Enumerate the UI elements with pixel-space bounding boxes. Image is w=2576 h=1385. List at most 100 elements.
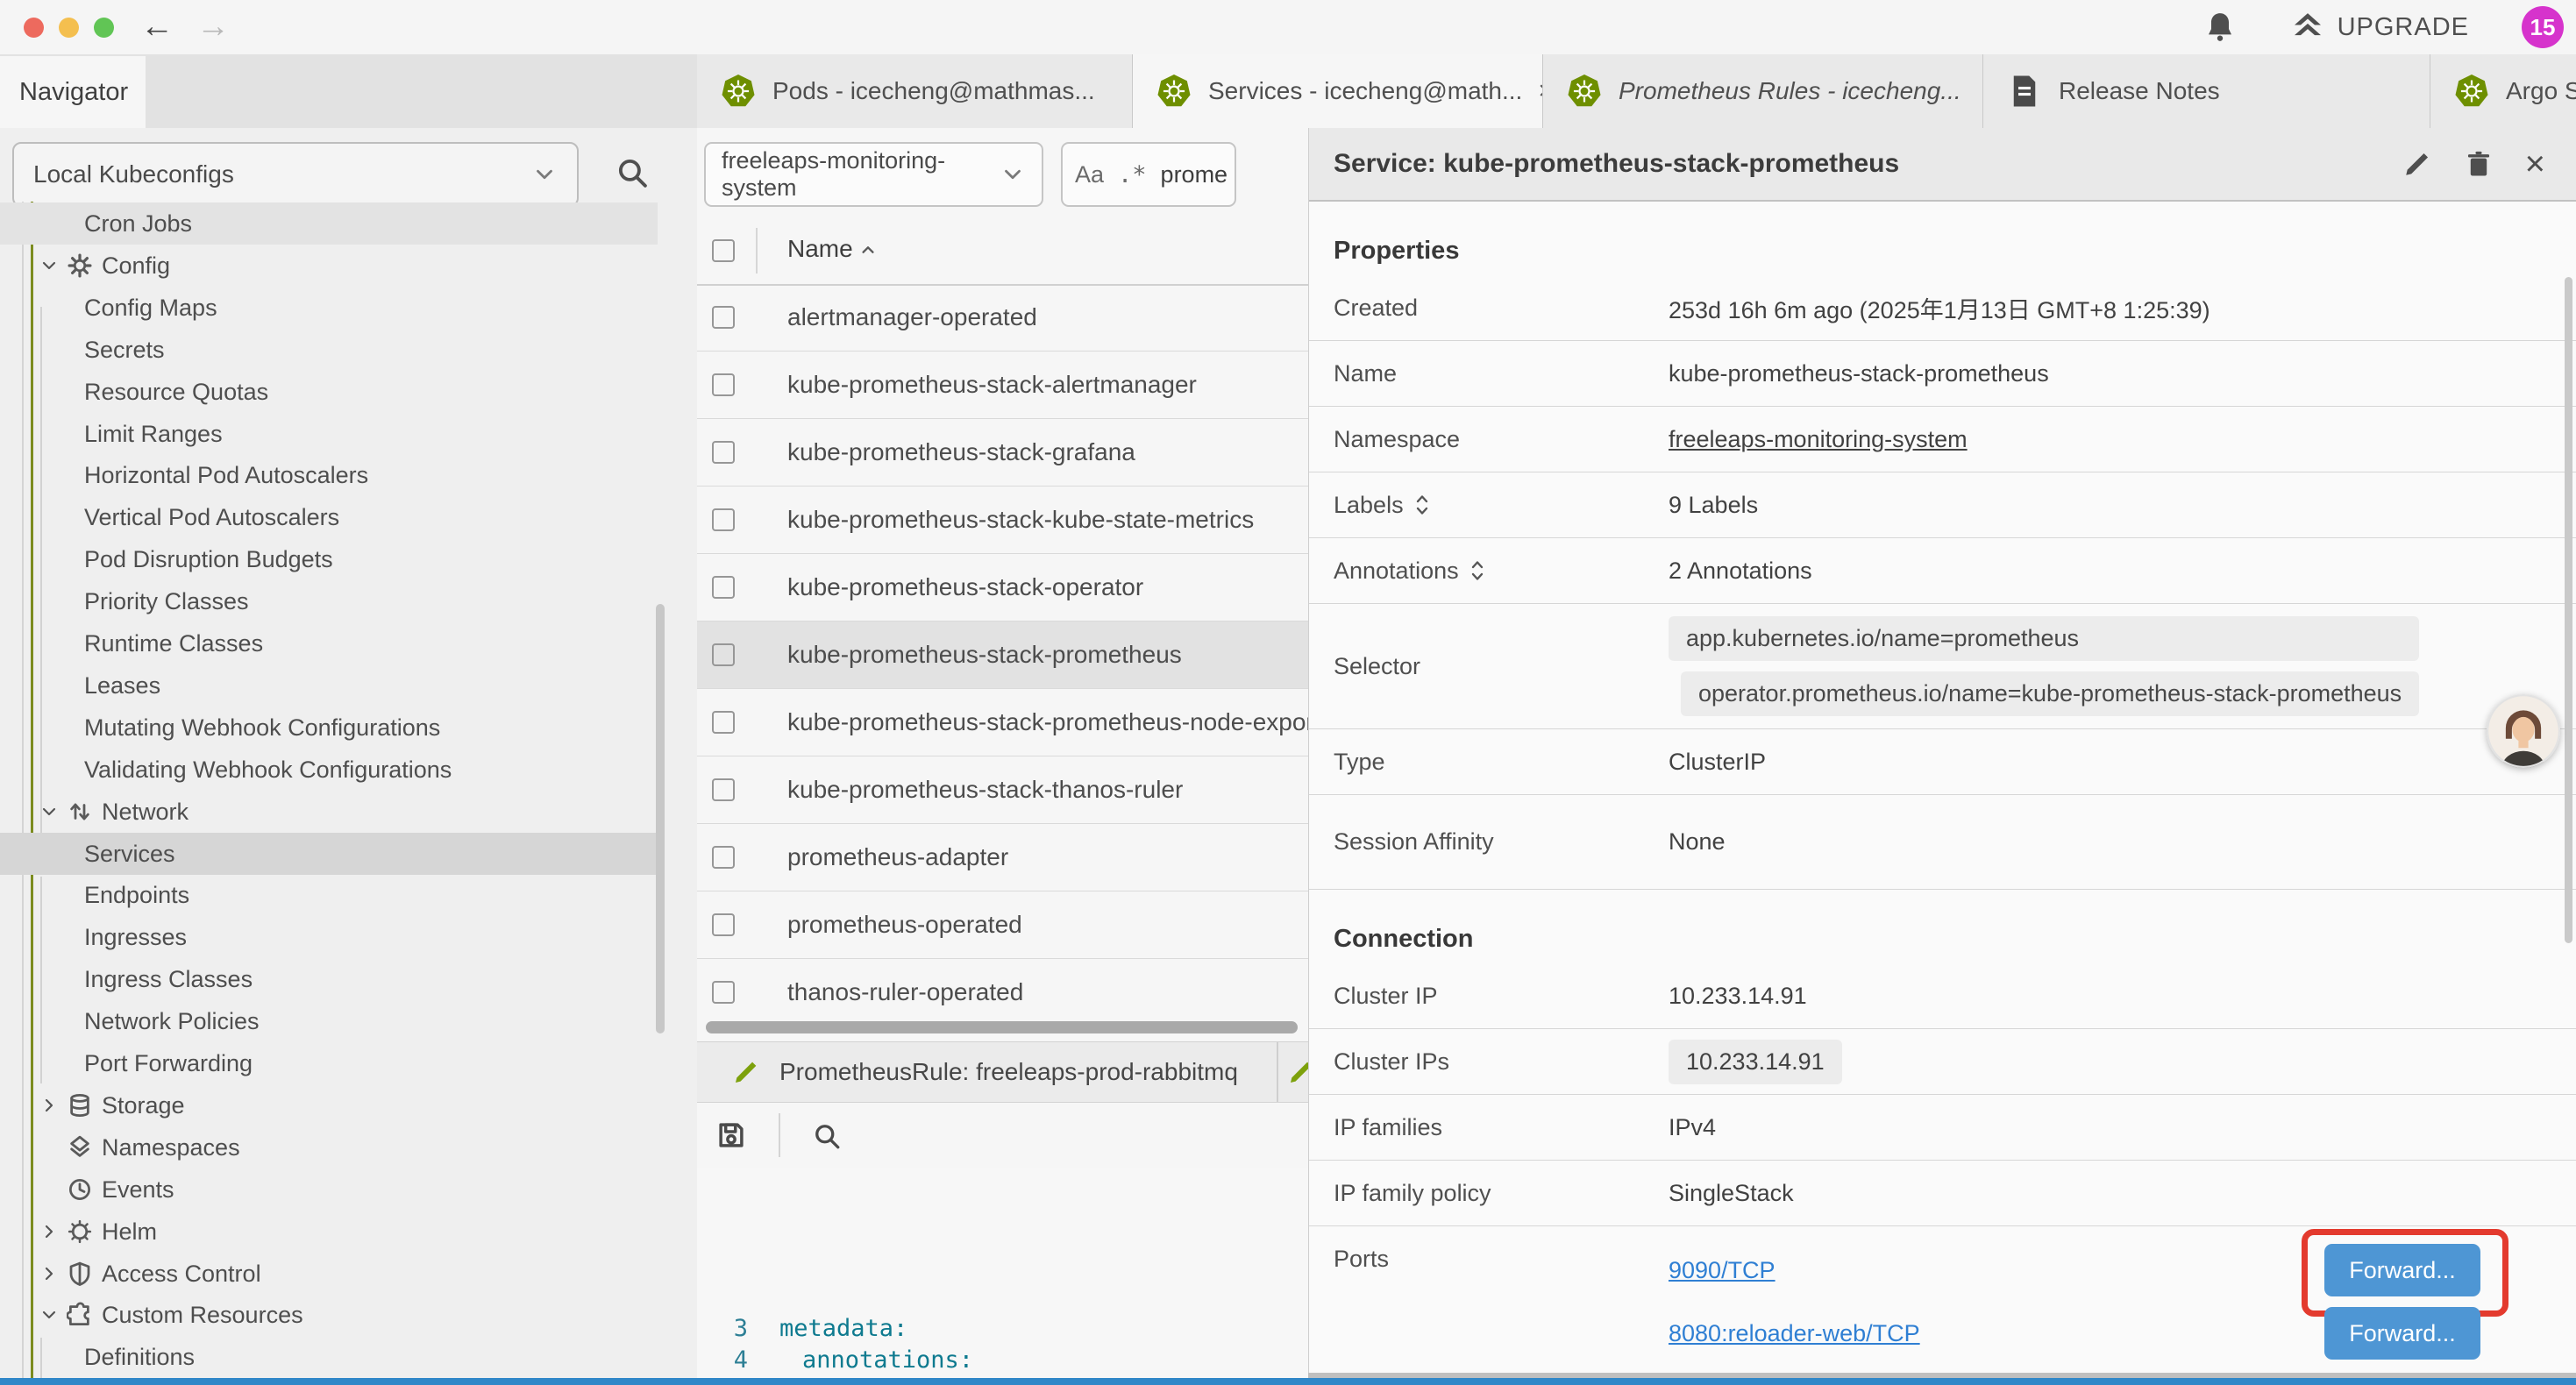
row-checkbox[interactable] xyxy=(712,508,735,531)
traffic-light-minimize[interactable] xyxy=(59,18,79,38)
sidebar-item-pod-disruption-budgets[interactable]: Pod Disruption Budgets xyxy=(0,538,658,580)
tab-release-notes[interactable]: Release Notes xyxy=(1983,54,2430,128)
sidebar-item-definitions[interactable]: Definitions xyxy=(0,1336,658,1378)
delete-trash-icon[interactable] xyxy=(2464,149,2494,179)
table-row[interactable]: kube-prometheus-stack-kube-state-metrics xyxy=(697,487,1308,554)
sidebar-item-network-policies[interactable]: Network Policies xyxy=(0,1000,658,1042)
tab-prometheus-rules-icecheng[interactable]: Prometheus Rules - icecheng... xyxy=(1543,54,1983,128)
sidebar-item-config[interactable]: Config xyxy=(0,245,658,287)
chevron-right-icon[interactable] xyxy=(39,1263,60,1284)
regex-toggle[interactable]: .* xyxy=(1118,161,1147,188)
table-row[interactable]: thanos-ruler-operated xyxy=(697,959,1308,1019)
namespace-link[interactable]: freeleaps-monitoring-system xyxy=(1669,426,1968,453)
sidebar-item-mutating-webhook-configurations[interactable]: Mutating Webhook Configurations xyxy=(0,707,658,749)
table-row[interactable]: kube-prometheus-stack-prometheus xyxy=(697,621,1308,689)
row-checkbox[interactable] xyxy=(712,778,735,801)
detail-label: IP family policy xyxy=(1334,1180,1491,1207)
sidebar-item-resource-quotas[interactable]: Resource Quotas xyxy=(0,371,658,413)
forward-arrow-icon[interactable]: → xyxy=(196,7,230,46)
sidebar-item-limit-ranges[interactable]: Limit Ranges xyxy=(0,413,658,455)
row-checkbox[interactable] xyxy=(712,711,735,734)
chevron-right-icon[interactable] xyxy=(39,1221,60,1242)
chevron-down-icon[interactable] xyxy=(39,1304,60,1325)
traffic-light-zoom[interactable] xyxy=(94,18,114,38)
sidebar-item-runtime-classes[interactable]: Runtime Classes xyxy=(0,622,658,664)
row-checkbox[interactable] xyxy=(712,981,735,1004)
table-row[interactable]: alertmanager-operated xyxy=(697,284,1308,352)
table-row[interactable]: prometheus-adapter xyxy=(697,824,1308,891)
traffic-light-close[interactable] xyxy=(24,18,44,38)
table-row[interactable]: prometheus-operated xyxy=(697,891,1308,959)
sidebar-item-helm[interactable]: Helm xyxy=(0,1211,658,1253)
tab-pods-icecheng-mathmas[interactable]: Pods - icecheng@mathmas... xyxy=(697,54,1133,128)
row-checkbox[interactable] xyxy=(712,441,735,464)
sidebar-item-priority-classes[interactable]: Priority Classes xyxy=(0,580,658,622)
upgrade-button[interactable]: UPGRADE xyxy=(2290,10,2469,45)
sidebar-scrollbar[interactable] xyxy=(656,604,665,1033)
sidebar-item-secrets[interactable]: Secrets xyxy=(0,329,658,371)
navigator-tab[interactable]: Navigator xyxy=(0,56,146,128)
row-checkbox[interactable] xyxy=(712,306,735,329)
tab-argo-se[interactable]: Argo Se xyxy=(2430,54,2576,128)
horizontal-scrollbar[interactable] xyxy=(706,1021,1298,1033)
resource-filter-input[interactable]: Aa .* prome xyxy=(1061,142,1236,207)
sidebar-item-cron-jobs[interactable]: Cron Jobs xyxy=(0,202,658,245)
edit-pencil-icon[interactable] xyxy=(2402,149,2432,179)
sidebar-item-services[interactable]: Services xyxy=(0,833,658,875)
table-row[interactable]: kube-prometheus-stack-grafana xyxy=(697,419,1308,487)
back-arrow-icon[interactable]: ← xyxy=(140,7,174,46)
match-case-toggle[interactable]: Aa xyxy=(1075,161,1104,188)
sort-asc-icon[interactable] xyxy=(857,238,879,261)
sidebar-item-ingress-classes[interactable]: Ingress Classes xyxy=(0,958,658,1000)
sidebar-search-icon[interactable] xyxy=(614,154,651,191)
kubeconfig-selector[interactable]: Local Kubeconfigs xyxy=(12,142,579,207)
table-row[interactable]: kube-prometheus-stack-alertmanager xyxy=(697,352,1308,419)
expander-icon[interactable] xyxy=(1414,494,1430,516)
yaml-editor[interactable]: 3metadata:4annotations:5kubectl.kubernet… xyxy=(697,1168,1308,1378)
table-row[interactable]: kube-prometheus-stack-prometheus-node-ex… xyxy=(697,689,1308,756)
select-all-checkbox[interactable] xyxy=(712,239,735,262)
sidebar-item-port-forwarding[interactable]: Port Forwarding xyxy=(0,1042,658,1084)
sidebar-item-leases[interactable]: Leases xyxy=(0,664,658,707)
sidebar-item-custom-resources[interactable]: Custom Resources xyxy=(0,1294,658,1336)
row-checkbox[interactable] xyxy=(712,846,735,869)
sidebar-item-access-control[interactable]: Access Control xyxy=(0,1253,658,1295)
forward-button[interactable]: Forward... xyxy=(2324,1307,2480,1360)
namespace-selector[interactable]: freeleaps-monitoring-system xyxy=(704,142,1043,207)
port-link[interactable]: 8080:reloader-web/TCP xyxy=(1669,1320,1920,1347)
tab-services-icecheng-math[interactable]: Services - icecheng@math...× xyxy=(1133,54,1543,128)
sidebar-item-events[interactable]: Events xyxy=(0,1168,658,1211)
sidebar-item-validating-webhook-configurations[interactable]: Validating Webhook Configurations xyxy=(0,749,658,791)
notifications-badge[interactable]: 15 xyxy=(2522,6,2564,48)
editor-tab-partial[interactable] xyxy=(1280,1042,1308,1102)
chevron-down-icon[interactable] xyxy=(39,801,60,822)
pencil-icon xyxy=(732,1058,760,1086)
sidebar-item-horizontal-pod-autoscalers[interactable]: Horizontal Pod Autoscalers xyxy=(0,454,658,496)
sidebar-item-vertical-pod-autoscalers[interactable]: Vertical Pod Autoscalers xyxy=(0,496,658,538)
sidebar-item-storage[interactable]: Storage xyxy=(0,1084,658,1126)
bell-icon[interactable] xyxy=(2202,10,2238,45)
avatar[interactable] xyxy=(2487,694,2560,768)
sidebar-item-label: Services xyxy=(84,841,175,868)
sidebar-item-network[interactable]: Network xyxy=(0,791,658,833)
sidebar-item-config-maps[interactable]: Config Maps xyxy=(0,287,658,329)
sidebar-item-endpoints[interactable]: Endpoints xyxy=(0,874,658,916)
detail-scrollbar[interactable] xyxy=(2565,277,2572,943)
save-icon[interactable] xyxy=(715,1119,748,1152)
port-link[interactable]: 9090/TCP xyxy=(1669,1257,1775,1284)
table-row[interactable]: kube-prometheus-stack-thanos-ruler xyxy=(697,756,1308,824)
row-checkbox[interactable] xyxy=(712,373,735,396)
sidebar-item-namespaces[interactable]: Namespaces xyxy=(0,1126,658,1168)
row-checkbox[interactable] xyxy=(712,643,735,666)
name-column-header[interactable]: Name xyxy=(787,235,853,263)
chevron-down-icon[interactable] xyxy=(39,255,60,276)
table-row[interactable]: kube-prometheus-stack-operator xyxy=(697,554,1308,621)
editor-tab-prometheusrule[interactable]: PrometheusRule: freeleaps-prod-rabbitmq xyxy=(697,1042,1278,1102)
chevron-right-icon[interactable] xyxy=(39,1095,60,1116)
sidebar-item-ingresses[interactable]: Ingresses xyxy=(0,916,658,958)
row-checkbox[interactable] xyxy=(712,576,735,599)
close-icon[interactable]: × xyxy=(2525,146,2545,181)
expander-icon[interactable] xyxy=(1469,559,1485,582)
editor-search-icon[interactable] xyxy=(811,1120,843,1152)
row-checkbox[interactable] xyxy=(712,913,735,936)
